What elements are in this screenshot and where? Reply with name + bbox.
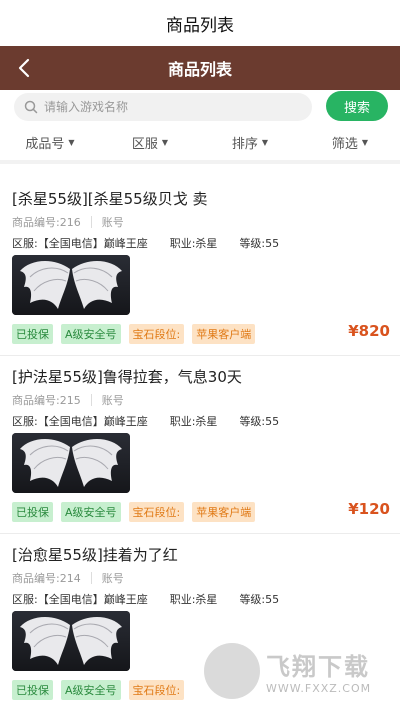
back-button[interactable] xyxy=(8,52,40,84)
product-meta: 商品编号:215 账号 xyxy=(12,392,124,408)
watermark: 飞翔下载 WWW.FXXZ.COM xyxy=(204,640,394,702)
product-thumbnail[interactable] xyxy=(12,611,130,671)
search-box[interactable] xyxy=(14,93,312,121)
tag-client: 苹果客户端 xyxy=(192,502,256,522)
search-row: 搜索 xyxy=(0,90,400,122)
product-list: [杀星55级][杀星55级贝戈 卖 商品编号:216 账号 区服:【全国电信】巅… xyxy=(0,178,400,710)
filter-label: 筛选 xyxy=(331,136,358,152)
tag-row: 已投保 A级安全号 宝石段位: 苹果客户端 xyxy=(12,324,263,344)
filter-screen[interactable]: 筛选 ▼ xyxy=(300,126,400,158)
product-id: 商品编号:216 xyxy=(12,216,81,229)
filter-label: 成品号 xyxy=(25,136,65,152)
server-info: 区服:【全国电信】巅峰王座 xyxy=(12,415,148,428)
watermark-text: 飞翔下载 xyxy=(266,653,370,681)
page-title: 商品列表 xyxy=(167,60,232,79)
product-name: [治愈星55级]挂着为了红 xyxy=(12,546,178,564)
tag-insured: 已投保 xyxy=(12,502,53,522)
level-info: 等级:55 xyxy=(239,415,280,428)
meta-divider xyxy=(90,394,92,406)
product-info: 区服:【全国电信】巅峰王座 职业:杀星 等级:55 xyxy=(12,413,301,429)
tag-row: 已投保 A级安全号 宝石段位: xyxy=(12,680,192,700)
product-meta: 商品编号:214 账号 xyxy=(12,570,124,586)
level-info: 等级:55 xyxy=(239,237,280,250)
tag-row: 已投保 A级安全号 宝石段位: 苹果客户端 xyxy=(12,502,263,522)
tag-insured: 已投保 xyxy=(12,324,53,344)
tag-gem-rank: 宝石段位: xyxy=(128,324,185,344)
app-bar: 商品列表 xyxy=(0,46,400,90)
product-price: ¥820 xyxy=(348,322,390,340)
top-title: 商品列表 xyxy=(0,0,400,46)
product-item[interactable]: [护法星55级]鲁得拉套，气息30天 商品编号:215 账号 区服:【全国电信】… xyxy=(0,356,400,534)
watermark-text-group: 飞翔下载 WWW.FXXZ.COM xyxy=(266,647,371,695)
product-thumbnail[interactable] xyxy=(12,433,130,493)
chevron-left-icon xyxy=(18,58,30,78)
product-item[interactable]: [杀星55级][杀星55级贝戈 卖 商品编号:216 账号 区服:【全国电信】巅… xyxy=(0,178,400,356)
product-info: 区服:【全国电信】巅峰王座 职业:杀星 等级:55 xyxy=(12,235,301,251)
caret-down-icon: ▼ xyxy=(361,137,369,147)
product-thumbnail[interactable] xyxy=(12,255,130,315)
job-info: 职业:杀星 xyxy=(169,415,218,428)
product-meta: 商品编号:216 账号 xyxy=(12,214,124,230)
watermark-url: WWW.FXXZ.COM xyxy=(266,682,372,695)
search-input[interactable] xyxy=(44,100,294,114)
section-divider xyxy=(0,160,400,164)
server-info: 区服:【全国电信】巅峰王座 xyxy=(12,593,148,606)
filter-label: 区服 xyxy=(131,136,158,152)
search-icon xyxy=(24,100,38,114)
meta-divider xyxy=(90,216,92,228)
tag-gem-rank: 宝石段位: xyxy=(128,680,185,700)
server-info: 区服:【全国电信】巅峰王座 xyxy=(12,237,148,250)
caret-down-icon: ▼ xyxy=(161,137,169,147)
product-name: [杀星55级][杀星55级贝戈 卖 xyxy=(12,190,208,208)
tag-client: 苹果客户端 xyxy=(192,324,256,344)
meta-divider xyxy=(90,572,92,584)
tag-safety-grade: A级安全号 xyxy=(61,680,121,700)
filter-server[interactable]: 区服 ▼ xyxy=(100,126,200,158)
job-info: 职业:杀星 xyxy=(169,593,218,606)
product-price: ¥120 xyxy=(348,500,390,518)
account-label: 账号 xyxy=(101,572,124,585)
filter-bar: 成品号 ▼ 区服 ▼ 排序 ▼ 筛选 ▼ xyxy=(0,126,400,158)
wings-image xyxy=(12,433,130,493)
tag-gem-rank: 宝石段位: xyxy=(128,502,185,522)
product-info: 区服:【全国电信】巅峰王座 职业:杀星 等级:55 xyxy=(12,591,301,607)
tag-safety-grade: A级安全号 xyxy=(61,502,121,522)
product-name: [护法星55级]鲁得拉套，气息30天 xyxy=(12,368,242,386)
job-info: 职业:杀星 xyxy=(169,237,218,250)
wings-image xyxy=(12,255,130,315)
watermark-logo-icon xyxy=(204,643,260,699)
tag-insured: 已投保 xyxy=(12,680,53,700)
wings-image xyxy=(12,611,130,671)
account-label: 账号 xyxy=(101,394,124,407)
filter-product-type[interactable]: 成品号 ▼ xyxy=(0,126,100,158)
account-label: 账号 xyxy=(101,216,124,229)
product-id: 商品编号:215 xyxy=(12,394,81,407)
search-button[interactable]: 搜索 xyxy=(326,91,388,121)
caret-down-icon: ▼ xyxy=(68,137,75,147)
caret-down-icon: ▼ xyxy=(261,137,269,147)
level-info: 等级:55 xyxy=(239,593,280,606)
product-id: 商品编号:214 xyxy=(12,572,81,585)
filter-sort[interactable]: 排序 ▼ xyxy=(200,126,300,158)
tag-safety-grade: A级安全号 xyxy=(61,324,121,344)
filter-label: 排序 xyxy=(231,136,258,152)
